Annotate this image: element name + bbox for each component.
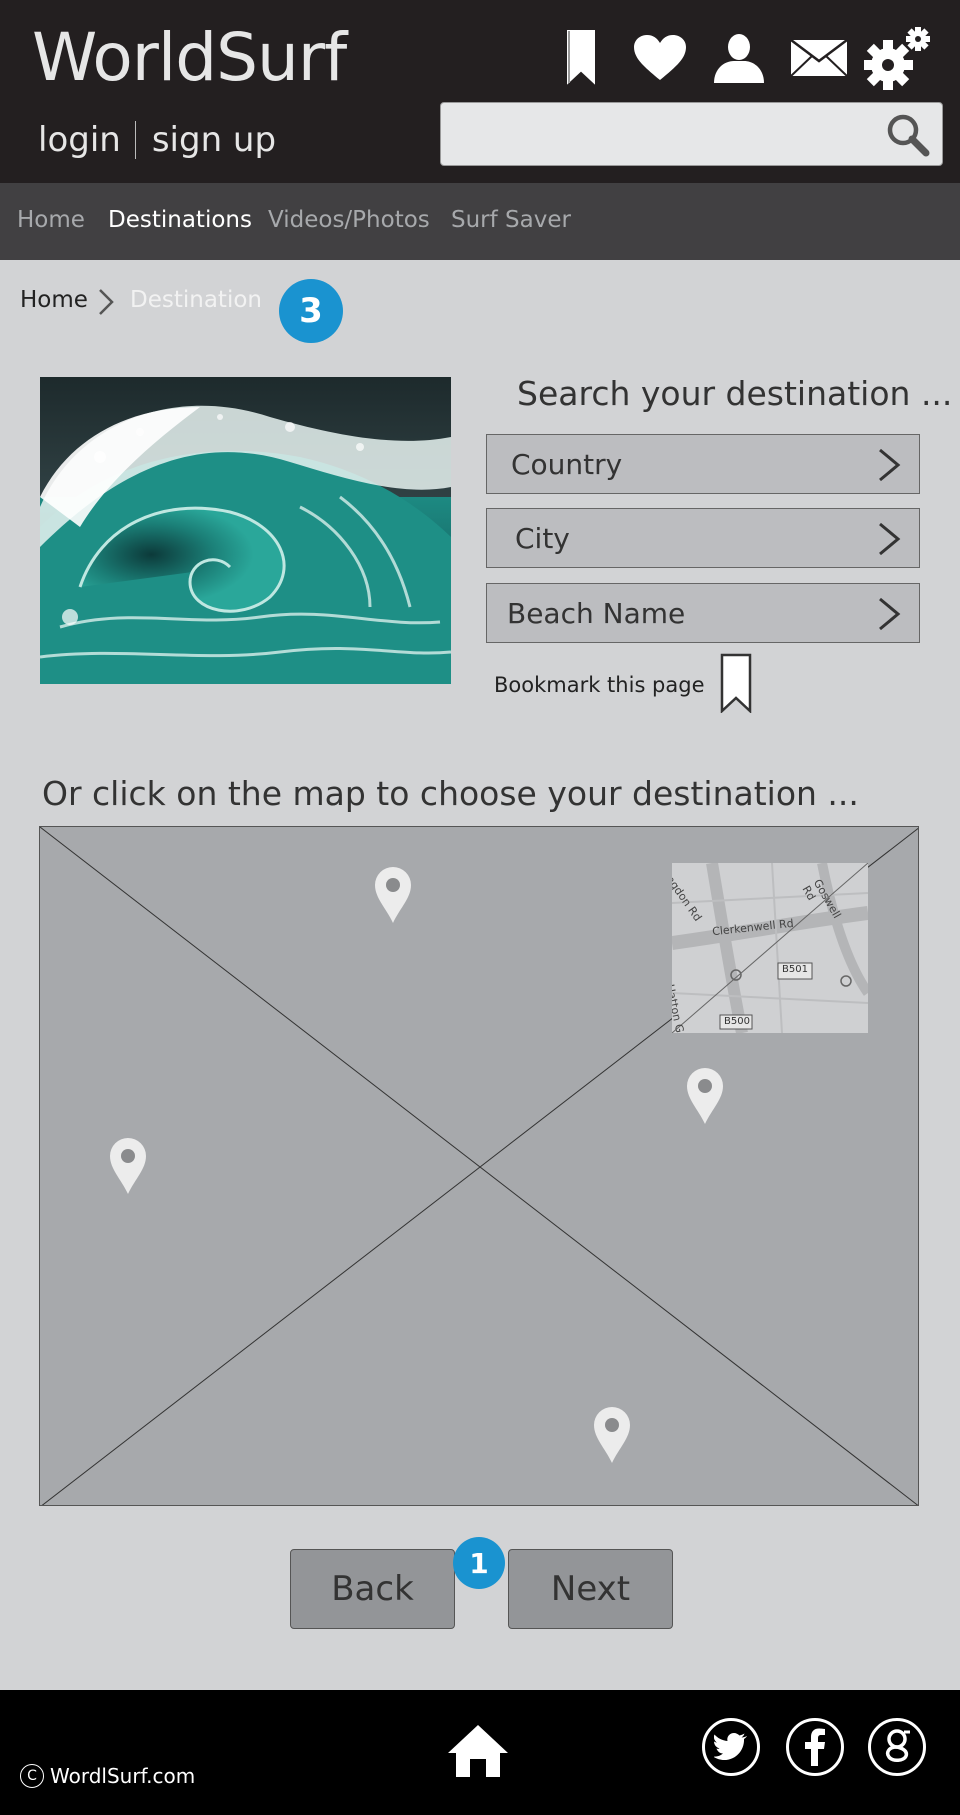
city-select[interactable]: City [486,508,920,568]
city-label: City [515,521,570,555]
nav-surf-saver[interactable]: Surf Saver [451,205,571,235]
twitter-icon[interactable] [702,1718,760,1776]
country-select[interactable]: Country [486,434,920,494]
mail-icon[interactable] [790,24,848,92]
search-panel-title: Search your destination ... [517,374,953,413]
main-nav: Home Destinations Videos/Photos Surf Sav… [0,183,960,260]
bookmark-icon[interactable] [560,24,602,92]
search-bar[interactable] [440,102,943,166]
beach-name-select[interactable]: Beach Name [486,583,920,643]
heart-icon[interactable] [632,24,688,92]
map-pin-icon[interactable] [109,1137,147,1199]
back-button[interactable]: Back [290,1549,455,1629]
search-icon[interactable] [886,113,930,161]
next-button[interactable]: Next [508,1549,673,1629]
chevron-right-icon [98,288,114,320]
step-badge-3: 3 [279,279,343,343]
nav-videos-photos[interactable]: Videos/Photos [268,205,430,235]
nav-home[interactable]: Home [17,205,85,235]
wave-image [40,377,451,684]
map-pin-icon[interactable] [593,1406,631,1468]
google-icon[interactable] [868,1718,926,1776]
bookmark-page-control[interactable]: Bookmark this page [494,653,753,717]
map-pin-icon[interactable] [374,866,412,928]
chevron-right-icon [877,597,901,635]
copyright: C WordlSurf.com [20,1764,195,1788]
beach-name-label: Beach Name [507,596,686,630]
facebook-icon[interactable] [786,1718,844,1776]
map-title: Or click on the map to choose your desti… [42,774,859,813]
auth-divider [134,121,136,159]
bookmark-icon[interactable] [719,653,753,717]
login-link[interactable]: login [38,116,121,164]
nav-destinations[interactable]: Destinations [108,205,252,235]
destination-map[interactable]: Clerkenwell Rd Hatton Garden B501 B500 G… [39,826,919,1506]
user-icon[interactable] [712,24,766,92]
site-header: WorldSurf login sign up [0,0,960,183]
step-badge-1: 1 [453,1537,505,1589]
bookmark-page-label: Bookmark this page [494,673,705,697]
inset-street-map[interactable]: Clerkenwell Rd Hatton Garden B501 B500 G… [672,863,868,1033]
auth-links: login sign up [38,116,276,164]
breadcrumb-current: Destination [130,287,262,313]
breadcrumb-home[interactable]: Home [20,285,88,315]
inset-label-b500: B500 [724,1016,750,1027]
map-pin-icon[interactable] [686,1067,724,1129]
settings-icon[interactable] [864,24,934,92]
country-label: Country [511,447,623,481]
chevron-right-icon [877,522,901,560]
chevron-right-icon [877,448,901,486]
copyright-text: WordlSurf.com [50,1764,196,1788]
copyright-icon: C [20,1764,44,1788]
inset-label-b501: B501 [782,964,808,975]
site-logo[interactable]: WorldSurf [32,18,347,98]
home-icon[interactable] [446,1723,510,1783]
signup-link[interactable]: sign up [152,116,276,164]
